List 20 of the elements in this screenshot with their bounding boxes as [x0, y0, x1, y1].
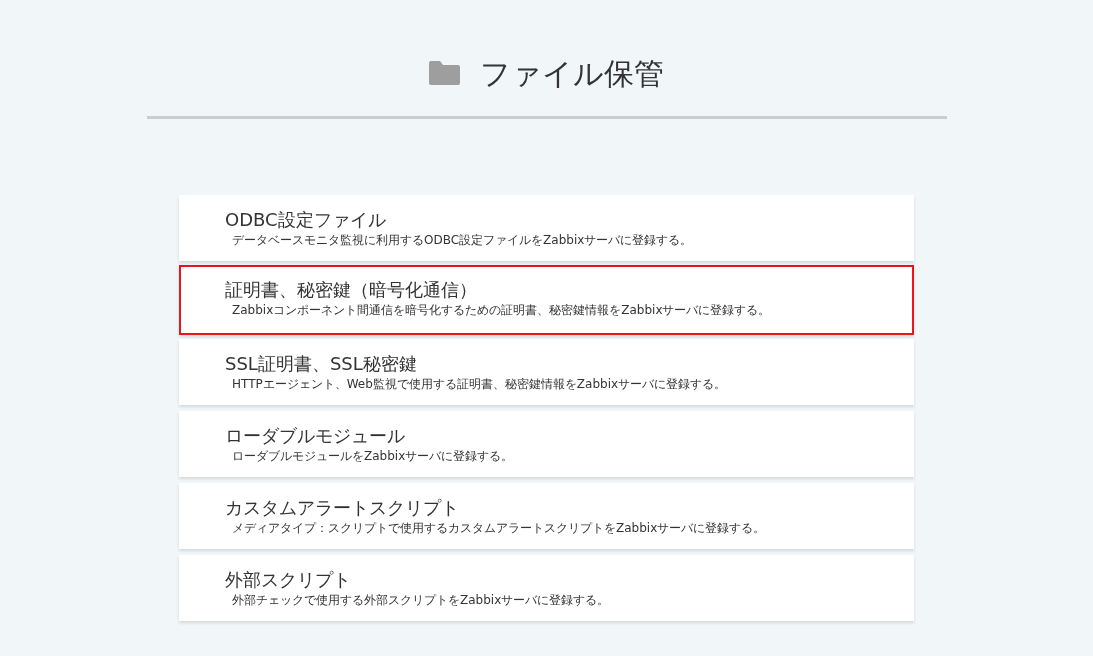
card-title: SSL証明書、SSL秘密鍵 — [225, 352, 417, 376]
card-title: ローダブルモジュール — [225, 424, 405, 448]
card-title: ODBC設定ファイル — [225, 208, 386, 232]
card-description: 外部チェックで使用する外部スクリプトをZabbixサーバに登録する。 — [232, 592, 610, 608]
menu-card[interactable]: 外部スクリプト 外部チェックで使用する外部スクリプトをZabbixサーバに登録する。 — [179, 555, 914, 621]
card-description: ローダブルモジュールをZabbixサーバに登録する。 — [232, 448, 514, 464]
folder-icon — [429, 61, 460, 85]
menu-card[interactable]: 証明書、秘密鍵（暗号化通信） Zabbixコンポーネント間通信を暗号化するための証明書、秘密鍵情報をZabbixサーバに登録する。 — [179, 265, 914, 335]
card-title: カスタムアラートスクリプト — [225, 496, 459, 520]
card-title: 外部スクリプト — [225, 568, 351, 592]
page-title: ファイル保管 — [480, 54, 664, 93]
card-description: メディアタイプ：スクリプトで使用するカスタムアラートスクリプトをZabbixサーバに登録する。 — [232, 520, 766, 536]
menu-card[interactable]: ローダブルモジュール ローダブルモジュールをZabbixサーバに登録する。 — [179, 411, 914, 477]
menu-card[interactable]: ODBC設定ファイル データベースモニタ監視に利用するODBC設定ファイルをZabbixサーバに登録する。 — [179, 195, 914, 261]
card-title: 証明書、秘密鍵（暗号化通信） — [225, 278, 477, 302]
card-description: データベースモニタ監視に利用するODBC設定ファイルをZabbixサーバに登録する。 — [232, 232, 693, 248]
menu-card[interactable]: SSL証明書、SSL秘密鍵 HTTPエージェント、Web監視で使用する証明書、秘密鍵情報をZabbixサーバに登録する。 — [179, 339, 914, 405]
menu-card[interactable]: カスタムアラートスクリプト メディアタイプ：スクリプトで使用するカスタムアラートスクリプトをZabbixサーバに登録する。 — [179, 483, 914, 549]
card-description: Zabbixコンポーネント間通信を暗号化するための証明書、秘密鍵情報をZabbixサーバに登録する。 — [232, 302, 771, 318]
card-description: HTTPエージェント、Web監視で使用する証明書、秘密鍵情報をZabbixサーバに登録する。 — [232, 376, 727, 392]
